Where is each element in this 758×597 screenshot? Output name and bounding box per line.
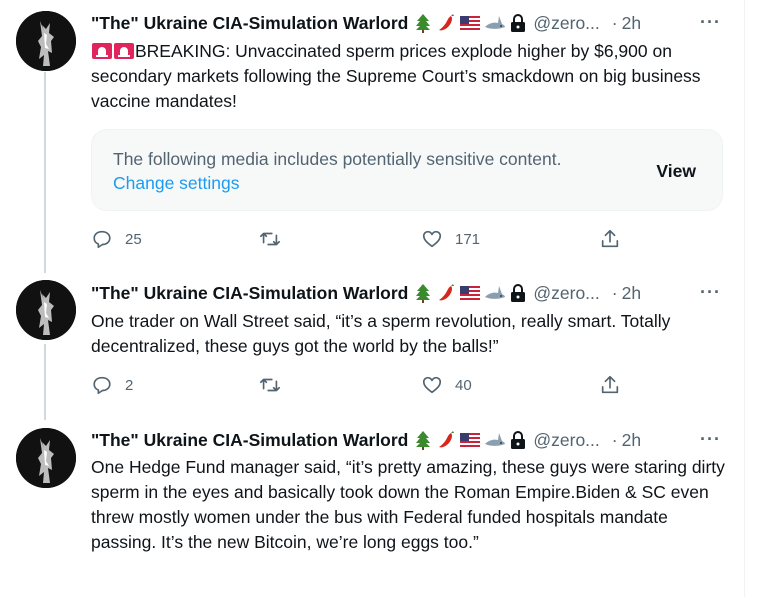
timestamp[interactable]: 2h [622, 283, 641, 304]
reply-button[interactable]: 25 [91, 228, 142, 250]
author-handle[interactable]: @zero... [533, 430, 599, 451]
tweet-header: "The" Ukraine CIA-Simulation Warlord @ze… [91, 282, 641, 304]
share-button[interactable] [599, 374, 621, 396]
author-handle[interactable]: @zero... [533, 13, 599, 34]
tweet-header: "The" Ukraine CIA-Simulation Warlord @ze… [91, 429, 641, 451]
name-emojis [413, 430, 527, 450]
retweet-icon [260, 378, 280, 392]
chili-pepper-icon [439, 284, 455, 301]
share-icon [601, 375, 619, 394]
share-icon [601, 229, 619, 248]
separator-dot: · [611, 282, 618, 303]
shark-icon [485, 16, 506, 29]
tweet-actions: 25 171 [91, 228, 731, 250]
more-options-button[interactable]: ··· [700, 12, 721, 33]
tweet-actions: 2 40 [91, 374, 731, 396]
name-emojis [413, 283, 527, 303]
avatar-image [16, 428, 76, 488]
tweet[interactable]: "The" Ukraine CIA-Simulation Warlord @ze… [0, 0, 744, 270]
tweet[interactable]: "The" Ukraine CIA-Simulation Warlord @ze… [0, 418, 744, 597]
lock-icon [511, 284, 526, 302]
us-flag-icon [460, 433, 481, 447]
tweet-text: One trader on Wall Street said, “it’s a … [91, 311, 671, 356]
reply-count: 2 [125, 376, 134, 394]
author-name[interactable]: "The" Ukraine CIA-Simulation Warlord [91, 13, 408, 34]
chili-pepper-icon [439, 14, 455, 31]
view-media-button[interactable]: View [656, 161, 696, 182]
avatar[interactable] [16, 428, 76, 488]
avatar-image [16, 11, 76, 71]
lock-icon [511, 431, 526, 449]
like-count: 40 [455, 376, 472, 394]
reply-count: 25 [125, 230, 142, 248]
retweet-button[interactable] [259, 374, 281, 396]
heart-icon [422, 230, 442, 248]
tweet-text: BREAKING: Unvaccinated sperm prices expl… [91, 39, 731, 114]
siren-icon [114, 43, 134, 59]
timestamp[interactable]: 2h [622, 430, 641, 451]
tree-icon [416, 14, 431, 33]
avatar[interactable] [16, 11, 76, 71]
avatar[interactable] [16, 280, 76, 340]
like-button[interactable]: 171 [421, 228, 480, 250]
separator-dot: · [611, 429, 618, 450]
tree-icon [416, 284, 431, 303]
author-name[interactable]: "The" Ukraine CIA-Simulation Warlord [91, 283, 408, 304]
us-flag-icon [460, 286, 481, 300]
tweet[interactable]: "The" Ukraine CIA-Simulation Warlord @ze… [0, 270, 744, 418]
tree-icon [416, 431, 431, 450]
us-flag-icon [460, 16, 481, 30]
tweet-text-content: BREAKING: Unvaccinated sperm prices expl… [91, 41, 701, 111]
avatar-image [16, 280, 76, 340]
tweet-text: One Hedge Fund manager said, “it’s prett… [91, 457, 725, 552]
sensitive-media-message: The following media includes potentially… [113, 149, 562, 169]
sensitive-media-notice: The following media includes potentially… [91, 129, 723, 211]
retweet-button[interactable] [259, 228, 281, 250]
timeline-right-border [744, 0, 745, 597]
reply-button[interactable]: 2 [91, 374, 133, 396]
reply-icon [93, 376, 111, 395]
tweet-header: "The" Ukraine CIA-Simulation Warlord @ze… [91, 12, 641, 34]
heart-icon [422, 376, 442, 394]
author-handle[interactable]: @zero... [533, 283, 599, 304]
shark-icon [485, 286, 506, 299]
reply-icon [93, 230, 111, 249]
timestamp[interactable]: 2h [622, 13, 641, 34]
name-emojis [413, 13, 527, 33]
lock-icon [511, 14, 526, 32]
more-options-button[interactable]: ··· [700, 429, 721, 450]
shark-icon [485, 433, 506, 446]
author-name[interactable]: "The" Ukraine CIA-Simulation Warlord [91, 430, 408, 451]
chili-pepper-icon [439, 431, 455, 448]
share-button[interactable] [599, 228, 621, 250]
more-options-button[interactable]: ··· [700, 282, 721, 303]
change-settings-link[interactable]: Change settings [113, 173, 239, 194]
like-button[interactable]: 40 [421, 374, 472, 396]
separator-dot: · [611, 12, 618, 33]
retweet-icon [260, 232, 280, 246]
siren-icon [92, 43, 112, 59]
like-count: 171 [455, 230, 481, 248]
